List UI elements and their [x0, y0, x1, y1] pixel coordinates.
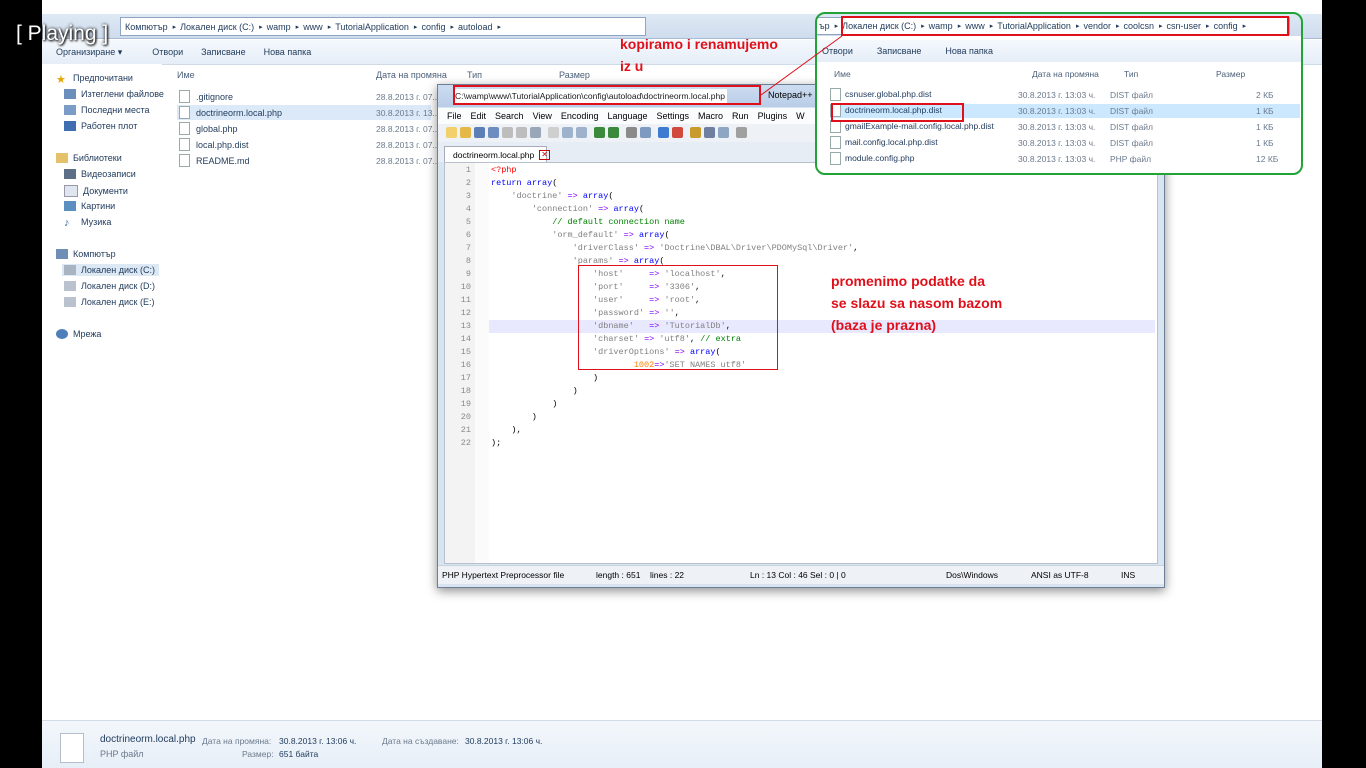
- annotation-change-params: promenimo podatke da se slazu sa nasom b…: [831, 270, 1002, 336]
- annotation-params-line1: promenimo podatke da: [831, 273, 986, 289]
- playing-overlay: [ Playing ]: [16, 22, 109, 45]
- annotation-copy-line1: kopiramo i renamujemo: [620, 36, 778, 52]
- annotation-params-line2: se slazu sa nasom bazom: [831, 295, 1003, 311]
- annotation-params-line3: (baza je prazna): [831, 317, 937, 333]
- annotation-copy-line2: iz u: [620, 58, 644, 74]
- annotation-copy-rename: kopiramo i renamujemo iz u: [620, 33, 778, 77]
- annotation-arrow-line: [760, 35, 843, 96]
